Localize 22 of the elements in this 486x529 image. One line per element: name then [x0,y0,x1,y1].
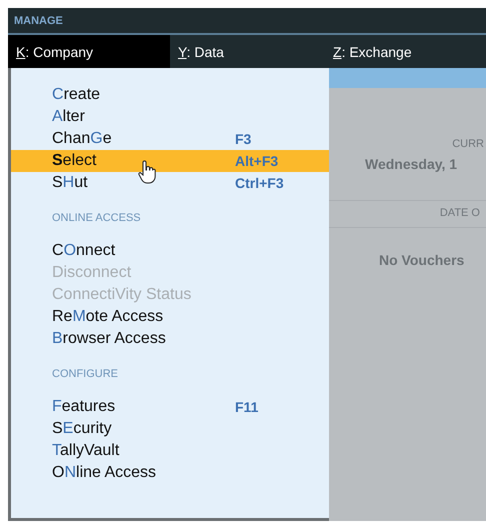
menu-item[interactable]: TallyVault [11,440,329,462]
group-heading: CONFIGURE [51,368,119,380]
menu-item[interactable]: Create [11,84,329,106]
menu-item[interactable]: SHut Ctrl+F3 [11,172,329,194]
date-text: Wednesday, 1 [364,155,458,172]
menu-item[interactable]: ONline Access [11,462,329,484]
caption: CURR [451,137,485,150]
section-title: MANAGE [14,14,63,26]
menu-item[interactable]: COnnect [11,240,329,262]
menu-item[interactable]: Features F11 [11,396,329,418]
menu-item[interactable]: ReMote Access [11,306,329,328]
menu-item[interactable]: SEcurity [11,418,329,440]
menu-item[interactable]: Alter [11,106,329,128]
menu-item[interactable]: Browser Access [11,328,329,350]
menu-tab[interactable]: K: Company [8,35,170,68]
caption: DATE O [438,206,481,219]
group-heading: ONLINE ACCESS [51,212,142,224]
menu-tab[interactable]: Z: Exchange [325,35,485,68]
hand-cursor-icon [138,160,156,184]
menu-item[interactable]: ChanGe F3 [11,128,329,150]
menu-tab[interactable]: Y: Data [170,35,325,68]
status-text: No Vouchers [378,251,466,268]
